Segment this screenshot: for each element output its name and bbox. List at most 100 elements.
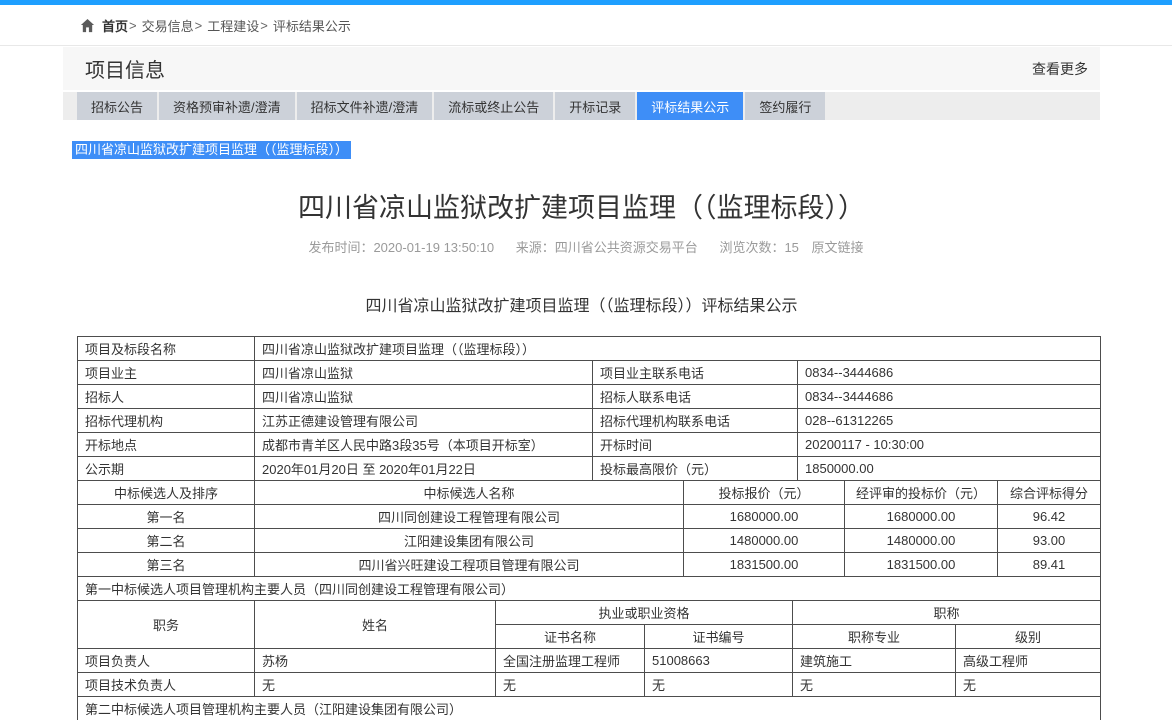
candidate-rank: 第三名	[78, 553, 255, 577]
publish-time: 发布时间：2020-01-19 13:50:10	[308, 240, 494, 255]
breadcrumb-link-engineering[interactable]: 工程建设	[207, 16, 259, 35]
candidate-bid-price: 1480000.00	[684, 529, 845, 553]
candidate-name: 四川省兴旺建设工程项目管理有限公司	[255, 553, 684, 577]
table-header-row: 职务 姓名 执业或职业资格 职称	[78, 601, 1101, 625]
person-cert-no: 无	[645, 673, 793, 697]
table-row: 开标地点 成都市青羊区人民中路3段35号（本项目开标室） 开标时间 202001…	[78, 433, 1101, 457]
person-cert-name: 全国注册监理工程师	[496, 649, 645, 673]
source: 来源：四川省公共资源交易平台	[516, 240, 698, 255]
col-header-bid-price: 投标报价（元）	[684, 481, 845, 505]
result-item-link[interactable]: 四川省凉山监狱改扩建项目监理（（监理标段））	[72, 141, 351, 159]
info-label: 招标人	[78, 385, 255, 409]
info-label: 招标人联系电话	[593, 385, 798, 409]
col-header-title-level: 级别	[956, 625, 1101, 649]
table-row: 招标代理机构 江苏正德建设管理有限公司 招标代理机构联系电话 028--6131…	[78, 409, 1101, 433]
section-title-row: 第二中标候选人项目管理机构主要人员（江阳建设集团有限公司）	[78, 697, 1101, 720]
table-row: 项目技术负责人 无 无 无 无 无	[78, 673, 1101, 697]
col-header-name: 姓名	[255, 601, 496, 649]
person-title-major: 无	[793, 673, 956, 697]
personnel-table-first-candidate: 第一中标候选人项目管理机构主要人员（四川同创建设工程管理有限公司） 职务 姓名 …	[77, 576, 1101, 697]
home-icon[interactable]	[80, 18, 95, 33]
table-row: 项目负责人 苏杨 全国注册监理工程师 51008663 建筑施工 高级工程师	[78, 649, 1101, 673]
candidate-rank: 第二名	[78, 529, 255, 553]
info-value: 20200117 - 10:30:00	[798, 433, 1101, 457]
breadcrumb-separator: >	[260, 18, 268, 33]
tab-bar: 招标公告 资格预审补遗/澄清 招标文件补遗/澄清 流标或终止公告 开标记录 评标…	[63, 92, 1100, 120]
table-row: 第三名 四川省兴旺建设工程项目管理有限公司 1831500.00 1831500…	[78, 553, 1101, 577]
candidate-bid-price: 1680000.00	[684, 505, 845, 529]
tab-bid-announcement[interactable]: 招标公告	[77, 92, 157, 120]
result-tables: 项目及标段名称 四川省凉山监狱改扩建项目监理（（监理标段）） 项目业主 四川省凉…	[77, 336, 1100, 720]
info-label: 项目及标段名称	[78, 337, 255, 361]
info-value: 成都市青羊区人民中路3段35号（本项目开标室）	[255, 433, 593, 457]
table-row: 公示期 2020年01月20日 至 2020年01月22日 投标最高限价（元） …	[78, 457, 1101, 481]
person-name: 苏杨	[255, 649, 496, 673]
info-value: 1850000.00	[798, 457, 1101, 481]
person-duty: 项目负责人	[78, 649, 255, 673]
col-header-cert-no: 证书编号	[645, 625, 793, 649]
table-row: 招标人 四川省凉山监狱 招标人联系电话 0834--3444686	[78, 385, 1101, 409]
candidate-name: 江阳建设集团有限公司	[255, 529, 684, 553]
info-value: 江苏正德建设管理有限公司	[255, 409, 593, 433]
candidate-score: 93.00	[998, 529, 1101, 553]
info-label: 投标最高限价（元）	[593, 457, 798, 481]
candidates-table: 中标候选人及排序 中标候选人名称 投标报价（元） 经评审的投标价（元） 综合评标…	[77, 480, 1101, 577]
result-list: 四川省凉山监狱改扩建项目监理（（监理标段））	[72, 141, 1100, 159]
personnel-section-title: 第一中标候选人项目管理机构主要人员（四川同创建设工程管理有限公司）	[78, 577, 1101, 601]
table-row: 第二名 江阳建设集团有限公司 1480000.00 1480000.00 93.…	[78, 529, 1101, 553]
candidate-rank: 第一名	[78, 505, 255, 529]
table-row: 项目业主 四川省凉山监狱 项目业主联系电话 0834--3444686	[78, 361, 1101, 385]
candidate-evaluated-price: 1831500.00	[845, 553, 998, 577]
article-meta: 发布时间：2020-01-19 13:50:10 来源：四川省公共资源交易平台 …	[63, 237, 1100, 256]
original-link[interactable]: 原文链接	[812, 240, 864, 255]
person-cert-name: 无	[496, 673, 645, 697]
info-label: 项目业主联系电话	[593, 361, 798, 385]
col-header-score: 综合评标得分	[998, 481, 1101, 505]
info-label: 招标代理机构联系电话	[593, 409, 798, 433]
info-label: 项目业主	[78, 361, 255, 385]
person-name: 无	[255, 673, 496, 697]
project-info-table: 项目及标段名称 四川省凉山监狱改扩建项目监理（（监理标段）） 项目业主 四川省凉…	[77, 336, 1101, 481]
candidate-bid-price: 1831500.00	[684, 553, 845, 577]
table-row: 项目及标段名称 四川省凉山监狱改扩建项目监理（（监理标段））	[78, 337, 1101, 361]
view-count: 浏览次数：15	[719, 240, 798, 255]
article-title: 四川省凉山监狱改扩建项目监理（（监理标段））	[63, 186, 1100, 225]
col-header-rank: 中标候选人及排序	[78, 481, 255, 505]
tab-bid-document-addendum[interactable]: 招标文件补遗/澄清	[297, 92, 433, 120]
breadcrumb-separator: >	[195, 18, 203, 33]
col-header-qualification: 执业或职业资格	[496, 601, 793, 625]
person-title-level: 无	[956, 673, 1101, 697]
tab-contract-performance[interactable]: 签约履行	[745, 92, 825, 120]
info-value: 0834--3444686	[798, 361, 1101, 385]
breadcrumb-home-link[interactable]: 首页	[102, 16, 128, 35]
col-header-candidate-name: 中标候选人名称	[255, 481, 684, 505]
info-label: 招标代理机构	[78, 409, 255, 433]
section-header: 项目信息 查看更多	[63, 47, 1100, 90]
candidate-score: 96.42	[998, 505, 1101, 529]
candidate-evaluated-price: 1480000.00	[845, 529, 998, 553]
tab-prequalification-addendum[interactable]: 资格预审补遗/澄清	[159, 92, 295, 120]
info-label: 开标时间	[593, 433, 798, 457]
personnel-section-title: 第二中标候选人项目管理机构主要人员（江阳建设集团有限公司）	[78, 697, 1101, 720]
candidate-name: 四川同创建设工程管理有限公司	[255, 505, 684, 529]
info-value: 2020年01月20日 至 2020年01月22日	[255, 457, 593, 481]
table-row: 第一名 四川同创建设工程管理有限公司 1680000.00 1680000.00…	[78, 505, 1101, 529]
col-header-cert-name: 证书名称	[496, 625, 645, 649]
breadcrumb-link-trade-info[interactable]: 交易信息	[142, 16, 194, 35]
candidate-score: 89.41	[998, 553, 1101, 577]
info-label: 公示期	[78, 457, 255, 481]
table-header-row: 中标候选人及排序 中标候选人名称 投标报价（元） 经评审的投标价（元） 综合评标…	[78, 481, 1101, 505]
content-area: 项目信息 查看更多 招标公告 资格预审补遗/澄清 招标文件补遗/澄清 流标或终止…	[63, 47, 1100, 720]
person-duty: 项目技术负责人	[78, 673, 255, 697]
view-more-link[interactable]: 查看更多	[1032, 59, 1088, 79]
tab-failed-or-terminated[interactable]: 流标或终止公告	[434, 92, 553, 120]
person-cert-no: 51008663	[645, 649, 793, 673]
breadcrumb-link-result-publicity[interactable]: 评标结果公示	[273, 16, 351, 35]
info-value: 四川省凉山监狱改扩建项目监理（（监理标段））	[255, 337, 1101, 361]
person-title-major: 建筑施工	[793, 649, 956, 673]
tab-bid-opening-record[interactable]: 开标记录	[555, 92, 635, 120]
col-header-title: 职称	[793, 601, 1101, 625]
info-value: 四川省凉山监狱	[255, 361, 593, 385]
info-value: 0834--3444686	[798, 385, 1101, 409]
tab-evaluation-result[interactable]: 评标结果公示	[637, 92, 743, 120]
